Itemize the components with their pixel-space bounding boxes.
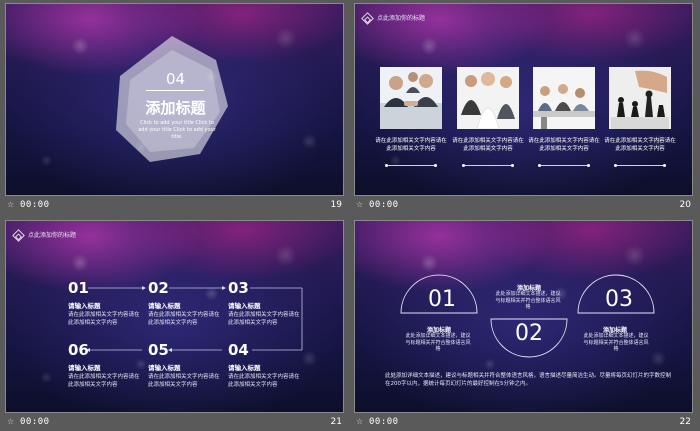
section-subtitle: Click to add your title Click to add you… [138, 120, 216, 140]
step-number: 02 [148, 279, 169, 297]
item-description: 此处添加详细文本描述，建议与标题相关并符合整体语言风格 [405, 333, 471, 352]
slide-21-canvas[interactable]: 点此添加你的标题 01 02 03 06 05 04 请输入标题 请输入标题 请… [5, 220, 344, 413]
item-description: 此处添加详细文本描述，建议与标题相关并符合整体语言风格 [495, 291, 561, 310]
step-number: 01 [68, 279, 89, 297]
step-title: 请输入标题 [228, 364, 261, 372]
photo-caption: 请在此添加相关文字内容请在此添加相关文字内容 [375, 138, 447, 152]
slide-footer: ☆ 00:00 21 [5, 416, 344, 430]
step-description: 请在此添加相关文字内容请在此添加相关文字内容 [148, 312, 220, 326]
item-description: 此处添加详细文本描述，建议与标题相关并符合整体语言风格 [583, 333, 649, 352]
body-text: 此处添加详细文本描述，建议与标题相关并符合整体语言风格，语言描述尽量简洁生动。尽… [385, 373, 672, 387]
step-title: 请输入标题 [68, 302, 101, 310]
step-title: 请输入标题 [68, 364, 101, 372]
caption-divider [462, 164, 514, 167]
business-team-photo [457, 67, 519, 129]
step-number: 06 [68, 341, 89, 359]
slide-footer: ☆ 00:00 19 [5, 199, 344, 213]
step-number: 03 [228, 279, 249, 297]
section-number: 04 [165, 70, 186, 88]
slide-thumbnail-21[interactable]: 点此添加你的标题 01 02 03 06 05 04 请输入标题 请输入标题 请… [2, 217, 344, 431]
star-icon: ☆ [7, 200, 15, 209]
slide-timing: 00:00 [369, 200, 399, 210]
slide-timing: 00:00 [369, 417, 399, 427]
caption-divider [538, 164, 590, 167]
slide-header: 点此添加你的标题 [28, 232, 77, 239]
slide-22-canvas[interactable]: 01 02 03 添加标题 添加标题 添加标题 此处添加详细文本描述，建议与标题… [354, 220, 693, 413]
slide-footer: ☆ 00:00 22 [354, 416, 693, 430]
step-description: 请在此添加相关文字内容请在此添加相关文字内容 [68, 374, 140, 388]
item-number: 01 [428, 287, 456, 312]
slide-number: 20 [679, 200, 691, 210]
slide-thumbnail-22[interactable]: 01 02 03 添加标题 添加标题 添加标题 此处添加详细文本描述，建议与标题… [351, 217, 693, 431]
step-description: 请在此添加相关文字内容请在此添加相关文字内容 [228, 374, 300, 388]
caption-divider [385, 164, 437, 167]
slide-timing: 00:00 [20, 200, 50, 210]
business-handshake-photo [380, 67, 442, 129]
step-title: 请输入标题 [148, 302, 181, 310]
star-icon: ☆ [7, 417, 15, 426]
slide-footer: ☆ 00:00 20 [354, 199, 693, 213]
slide-number: 21 [330, 417, 342, 427]
photo-caption: 请在此添加相关文字内容请在此添加相关文字内容 [528, 138, 600, 152]
step-description: 请在此添加相关文字内容请在此添加相关文字内容 [68, 312, 140, 326]
slide-thumbnail-19[interactable]: 04 添加标题 Click to add your title Click to… [2, 0, 344, 214]
step-number: 04 [228, 341, 249, 359]
slide-number: 22 [679, 417, 691, 427]
section-title: 添加标题 [145, 99, 206, 117]
chess-strategy-photo [609, 67, 671, 129]
step-description: 请在此添加相关文字内容请在此添加相关文字内容 [228, 312, 300, 326]
step-title: 请输入标题 [228, 302, 261, 310]
slide-19-canvas[interactable]: 04 添加标题 Click to add your title Click to… [5, 3, 344, 196]
diamond-logo-icon [361, 12, 374, 25]
step-description: 请在此添加相关文字内容请在此添加相关文字内容 [148, 374, 220, 388]
caption-divider [614, 164, 666, 167]
step-number: 05 [148, 341, 169, 359]
photo-caption: 请在此添加相关文字内容请在此添加相关文字内容 [604, 138, 676, 152]
slide-header: 点此添加你的标题 [377, 15, 426, 22]
star-icon: ☆ [356, 200, 364, 209]
office-meeting-photo [533, 67, 595, 129]
slide-number: 19 [330, 200, 342, 210]
slide-20-canvas[interactable]: 点此添加你的标题 请在此添加相关文字内容请在此添加相关文字内容 请在此添加相关文… [354, 3, 693, 196]
slide-timing: 00:00 [20, 417, 50, 427]
photo-caption: 请在此添加相关文字内容请在此添加相关文字内容 [452, 138, 524, 152]
title-divider [146, 90, 204, 91]
item-number: 02 [515, 321, 543, 346]
item-number: 03 [605, 287, 633, 312]
step-title: 请输入标题 [148, 364, 181, 372]
star-icon: ☆ [356, 417, 364, 426]
slide-thumbnail-20[interactable]: 点此添加你的标题 请在此添加相关文字内容请在此添加相关文字内容 请在此添加相关文… [351, 0, 693, 214]
